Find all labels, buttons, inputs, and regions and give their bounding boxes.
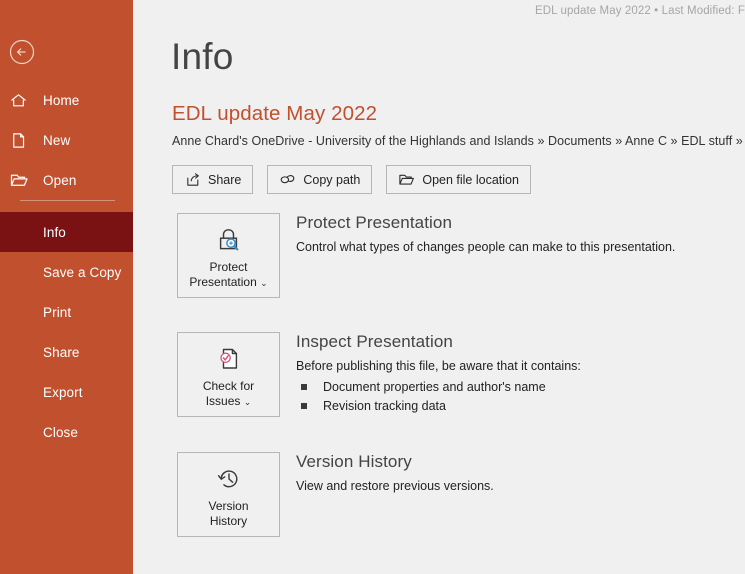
home-icon [9,91,43,110]
check-for-issues-tile-label: Check for Issues ⌄ [199,379,258,410]
inspect-findings-list: Document properties and author's name Re… [296,378,745,416]
sidebar-item-label: Open [43,172,77,188]
version-history-heading: Version History [296,452,412,471]
folder-open-icon [398,171,415,188]
share-arrow-icon [184,171,201,188]
chevron-down-icon: ⌄ [260,278,268,288]
sidebar-item-label: New [43,132,71,148]
open-folder-icon [9,170,43,190]
sidebar-item-open[interactable]: Open [0,160,133,200]
new-document-icon [9,131,43,150]
sidebar-item-new[interactable]: New [0,120,133,160]
tile-label-line2: Presentation [189,275,257,289]
protect-presentation-body: Protect Presentation Control what types … [296,213,745,254]
sidebar-item-print[interactable]: Print [0,292,133,332]
backstage-sidebar: Home New Open Info Save a Copy Print Sha… [0,0,133,574]
tile-label-line1: Check for [202,379,255,393]
sidebar-item-export[interactable]: Export [0,372,133,412]
list-item: Document properties and author's name [296,378,745,397]
list-item-label: Document properties and author's name [323,380,546,394]
share-button-label: Share [208,172,242,187]
sidebar-item-label: Share [43,344,80,360]
file-actions-row: Share Copy path Open file location [172,165,531,194]
check-for-issues-tile[interactable]: Check for Issues ⌄ [177,332,280,417]
tile-label-line2: Issues [205,394,241,408]
circled-left-arrow-icon [9,39,35,65]
open-file-location-button[interactable]: Open file location [386,165,531,194]
version-history-description: View and restore previous versions. [296,479,494,493]
sidebar-item-label: Home [43,92,80,108]
sidebar-item-label: Close [43,424,79,440]
sidebar-item-label: Print [43,304,72,320]
version-history-tile[interactable]: Version History [177,452,280,537]
bullet-square-icon [301,403,307,409]
sidebar-item-label: Save a Copy [43,264,122,280]
info-pane: Info EDL update May 2022 Anne Chard's On… [133,22,745,574]
clock-history-icon [212,462,246,496]
document-check-icon [212,342,246,376]
protect-presentation-tile-label: Protect Presentation ⌄ [185,260,271,291]
version-history-body: Version History View and restore previou… [296,452,745,493]
sidebar-item-info[interactable]: Info [0,212,133,252]
sidebar-item-save-a-copy[interactable]: Save a Copy [0,252,133,292]
inspect-presentation-description: Before publishing this file, be aware th… [296,359,581,373]
title-bar: EDL update May 2022 • Last Modified: F [133,0,745,22]
link-chain-icon [279,171,296,188]
sidebar-item-label: Info [43,224,66,240]
protect-presentation-tile[interactable]: Protect Presentation ⌄ [177,213,280,298]
inspect-presentation-body: Inspect Presentation Before publishing t… [296,332,745,416]
sidebar-item-home[interactable]: Home [0,80,133,120]
lock-magnifier-icon [212,223,246,257]
chevron-down-icon: ⌄ [243,397,252,407]
open-file-location-button-label: Open file location [422,172,519,187]
list-item: Revision tracking data [296,397,745,416]
page-title: Info [171,36,234,77]
tile-label-line1: Version [208,499,249,513]
copy-path-button-label: Copy path [303,172,361,187]
bullet-square-icon [301,384,307,390]
title-bar-text: EDL update May 2022 • Last Modified: F [534,5,745,17]
protect-presentation-heading: Protect Presentation [296,213,453,232]
document-title: EDL update May 2022 [172,102,378,125]
protect-presentation-description: Control what types of changes people can… [296,240,676,254]
sidebar-top-group: Home New Open [0,80,133,200]
tile-label-line1: Protect [209,260,248,274]
share-button[interactable]: Share [172,165,254,194]
sidebar-bottom-group: Info Save a Copy Print Share Export Clos… [0,212,133,452]
list-item-label: Revision tracking data [323,399,446,413]
tile-label-line2: History [209,514,248,528]
version-history-tile-label: Version History [204,499,252,529]
inspect-presentation-heading: Inspect Presentation [296,332,453,351]
copy-path-button[interactable]: Copy path [267,165,373,194]
sidebar-item-close[interactable]: Close [0,412,133,452]
back-button[interactable] [7,37,37,67]
sidebar-item-label: Export [43,384,83,400]
document-path-breadcrumb: Anne Chard's OneDrive - University of th… [172,134,745,148]
sidebar-item-share[interactable]: Share [0,332,133,372]
sidebar-divider [20,200,115,201]
